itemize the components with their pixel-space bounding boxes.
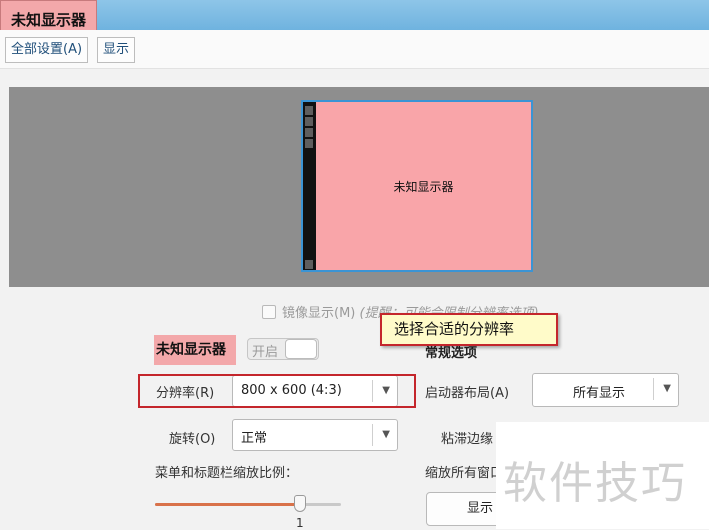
- title-bar: × 显示: [0, 0, 709, 30]
- combo-separator: [653, 378, 654, 400]
- trash-icon: [305, 260, 313, 269]
- launcher-icon: [305, 106, 313, 115]
- rotation-select[interactable]: 正常 ▼: [232, 419, 398, 451]
- monitor-preview[interactable]: 未知显示器: [301, 100, 533, 272]
- scale-slider-fill: [155, 503, 301, 506]
- scale-slider-track[interactable]: [155, 503, 341, 506]
- scale-all-windows-label: 缩放所有窗口: [425, 466, 504, 481]
- breadcrumb: 全部设置(A) 显示: [0, 30, 709, 69]
- toggle-knob[interactable]: [285, 339, 317, 359]
- launcher-icon: [305, 139, 313, 148]
- breadcrumb-all-settings[interactable]: 全部设置(A): [5, 37, 89, 63]
- chevron-down-icon: ▼: [663, 383, 671, 394]
- rotation-label: 旋转(O): [169, 432, 216, 447]
- monitor-label: 未知显示器: [393, 180, 454, 194]
- rotation-value: 正常: [241, 431, 268, 446]
- sticky-edges-label: 粘滞边缘: [441, 432, 494, 447]
- resolution-highlight-box: [138, 374, 416, 408]
- watermark: 软件技巧: [503, 458, 687, 509]
- mirror-label: 镜像显示(M): [282, 306, 356, 321]
- display-name: 未知显示器: [154, 335, 236, 365]
- tooltip-select-resolution: 选择合适的分辨率: [380, 313, 558, 346]
- mirror-checkbox[interactable]: [262, 305, 276, 319]
- display-toggle[interactable]: 开启: [247, 338, 319, 360]
- launcher-layout-select[interactable]: 所有显示 ▼: [532, 373, 679, 407]
- scale-slider-value: 1: [296, 516, 304, 530]
- launcher-layout-label: 启动器布局(A): [425, 386, 510, 401]
- chevron-down-icon: ▼: [382, 429, 390, 440]
- launcher-layout-value: 所有显示: [573, 386, 626, 401]
- launcher-icon: [305, 117, 313, 126]
- toggle-label: 开启: [252, 345, 279, 360]
- combo-separator: [372, 424, 373, 446]
- breadcrumb-display[interactable]: 显示: [97, 37, 136, 63]
- scale-label: 菜单和标题栏缩放比例：: [155, 466, 299, 481]
- scale-slider-handle[interactable]: [294, 495, 307, 512]
- launcher-icon: [305, 128, 313, 137]
- launcher-strip: [303, 102, 316, 270]
